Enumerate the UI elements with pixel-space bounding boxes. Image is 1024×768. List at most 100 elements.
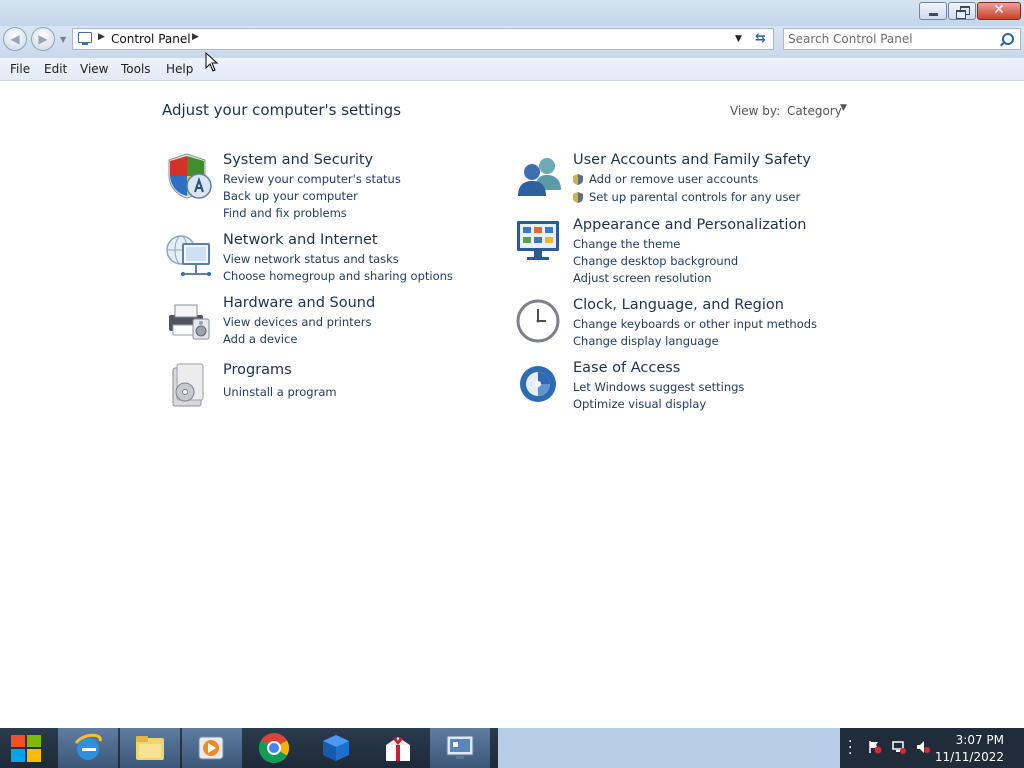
- app-box-icon: [323, 735, 349, 761]
- refresh-icon[interactable]: ⇆: [755, 31, 766, 46]
- category-title[interactable]: Programs: [223, 362, 292, 378]
- link-find-fix-problems[interactable]: Find and fix problems: [223, 206, 347, 220]
- title-bar: ✕: [0, 0, 1024, 26]
- address-history-dropdown[interactable]: ▼: [735, 34, 742, 44]
- link-back-up[interactable]: Back up your computer: [223, 189, 358, 203]
- clock-date[interactable]: 11/11/2022: [935, 750, 1004, 764]
- taskbar-media-player[interactable]: [182, 728, 242, 768]
- link-display-language[interactable]: Change display language: [573, 334, 719, 348]
- recent-pages-dropdown[interactable]: ▼: [60, 35, 66, 44]
- start-button[interactable]: [0, 728, 54, 768]
- link-review-status[interactable]: Review your computer's status: [223, 172, 401, 186]
- menu-help[interactable]: Help: [166, 62, 193, 76]
- clock-icon[interactable]: [515, 297, 563, 345]
- network-globe-icon[interactable]: [165, 232, 213, 280]
- view-by-dropdown[interactable]: Category: [787, 104, 842, 118]
- ease-of-access-icon[interactable]: [515, 360, 563, 408]
- chevron-down-icon[interactable]: ▼: [840, 103, 847, 113]
- category-appearance: Appearance and Personalization Change th…: [515, 217, 835, 287]
- forward-button[interactable]: ▶: [31, 27, 55, 51]
- network-status-icon[interactable]: [892, 740, 906, 754]
- menu-file[interactable]: File: [10, 62, 30, 76]
- taskbar-app-box[interactable]: [306, 728, 366, 768]
- back-arrow-icon: ◀: [10, 32, 20, 46]
- show-hidden-icons[interactable]: · · ·: [848, 735, 852, 761]
- address-bar[interactable]: ▶ Control Panel ▶ ▼ ⇆: [72, 28, 774, 50]
- view-by-label: View by:: [730, 104, 781, 118]
- chevron-right-icon[interactable]: ▶: [192, 32, 199, 42]
- menu-tools[interactable]: Tools: [121, 62, 151, 76]
- minimize-button[interactable]: [919, 2, 947, 20]
- action-center-flag-icon[interactable]: [868, 740, 882, 754]
- link-desktop-background[interactable]: Change desktop background: [573, 254, 738, 268]
- back-button[interactable]: ◀: [3, 27, 27, 51]
- appearance-monitor-icon[interactable]: [515, 217, 563, 265]
- link-parental-controls[interactable]: Set up parental controls for any user: [589, 190, 800, 204]
- category-title[interactable]: User Accounts and Family Safety: [573, 152, 811, 168]
- link-screen-resolution[interactable]: Adjust screen resolution: [573, 271, 712, 285]
- menu-view[interactable]: View: [80, 62, 108, 76]
- chevron-right-icon[interactable]: ▶: [98, 32, 105, 42]
- link-add-device[interactable]: Add a device: [223, 332, 297, 346]
- restore-button[interactable]: [948, 2, 976, 20]
- category-network-internet: Network and Internet View network status…: [165, 232, 465, 284]
- search-icon[interactable]: [1002, 33, 1014, 45]
- page-title: Adjust your computer's settings: [162, 101, 402, 119]
- category-system-security: System and Security Review your computer…: [165, 152, 465, 222]
- search-box[interactable]: [783, 28, 1021, 50]
- security-shield-icon[interactable]: [165, 152, 213, 200]
- minimize-icon: [929, 13, 938, 16]
- menu-edit[interactable]: Edit: [44, 62, 67, 76]
- category-title[interactable]: Ease of Access: [573, 360, 680, 376]
- category-hardware-sound: Hardware and Sound View devices and prin…: [165, 295, 465, 347]
- link-uninstall-program[interactable]: Uninstall a program: [223, 385, 337, 399]
- app-gift-icon: [386, 737, 410, 761]
- users-icon[interactable]: [515, 152, 563, 200]
- category-title[interactable]: Appearance and Personalization: [573, 217, 807, 233]
- programs-box-icon[interactable]: [165, 362, 213, 410]
- category-title[interactable]: Network and Internet: [223, 232, 378, 248]
- uac-shield-icon: [573, 192, 583, 203]
- taskbar-internet-explorer[interactable]: [58, 728, 118, 768]
- file-explorer-icon: [136, 736, 164, 760]
- link-change-theme[interactable]: Change the theme: [573, 237, 680, 251]
- category-programs: Programs Uninstall a program: [165, 362, 465, 410]
- clock-time[interactable]: 3:07 PM: [956, 733, 1004, 747]
- uac-shield-icon: [573, 174, 583, 185]
- control-panel-content: Adjust your computer's settings View by:…: [0, 81, 1024, 728]
- close-button[interactable]: ✕: [977, 2, 1021, 20]
- menu-bar: File Edit View Tools Help: [0, 58, 1024, 81]
- link-add-remove-users[interactable]: Add or remove user accounts: [589, 172, 758, 186]
- category-user-accounts: User Accounts and Family Safety Add or r…: [515, 152, 835, 208]
- link-change-keyboards[interactable]: Change keyboards or other input methods: [573, 317, 817, 331]
- category-clock-language-region: Clock, Language, and Region Change keybo…: [515, 297, 835, 349]
- breadcrumb-control-panel[interactable]: Control Panel: [111, 32, 191, 46]
- taskbar-remote-desktop[interactable]: [430, 728, 490, 768]
- start-icon: [11, 735, 41, 762]
- link-homegroup-sharing[interactable]: Choose homegroup and sharing options: [223, 269, 453, 283]
- navigation-bar: ◀ ▶ ▼ ▶ Control Panel ▶ ▼ ⇆: [0, 26, 1024, 58]
- system-tray: · · · 3:07 PM 11/11/2022: [840, 728, 1024, 768]
- window-controls: ✕: [919, 2, 1021, 20]
- forward-arrow-icon: ▶: [38, 32, 48, 46]
- taskbar-app-gift[interactable]: [368, 728, 428, 768]
- search-input[interactable]: [788, 31, 993, 47]
- category-title[interactable]: Hardware and Sound: [223, 295, 375, 311]
- taskbar-chrome[interactable]: [244, 728, 304, 768]
- taskbar-window-area[interactable]: [498, 728, 840, 768]
- category-title[interactable]: Clock, Language, and Region: [573, 297, 784, 313]
- internet-explorer-icon: [74, 733, 102, 760]
- taskbar-file-explorer[interactable]: [120, 728, 180, 768]
- volume-muted-icon[interactable]: [916, 740, 930, 754]
- mouse-cursor-icon: [205, 52, 219, 72]
- close-icon: ✕: [993, 2, 1005, 18]
- category-title[interactable]: System and Security: [223, 152, 373, 168]
- link-optimize-visual-display[interactable]: Optimize visual display: [573, 397, 706, 411]
- chrome-icon: [258, 733, 290, 764]
- link-devices-printers[interactable]: View devices and printers: [223, 315, 371, 329]
- category-ease-of-access: Ease of Access Let Windows suggest setti…: [515, 360, 835, 412]
- printer-speaker-icon[interactable]: [165, 295, 213, 343]
- link-network-status[interactable]: View network status and tasks: [223, 252, 399, 266]
- computer-icon: [78, 32, 92, 45]
- link-windows-suggest-settings[interactable]: Let Windows suggest settings: [573, 380, 744, 394]
